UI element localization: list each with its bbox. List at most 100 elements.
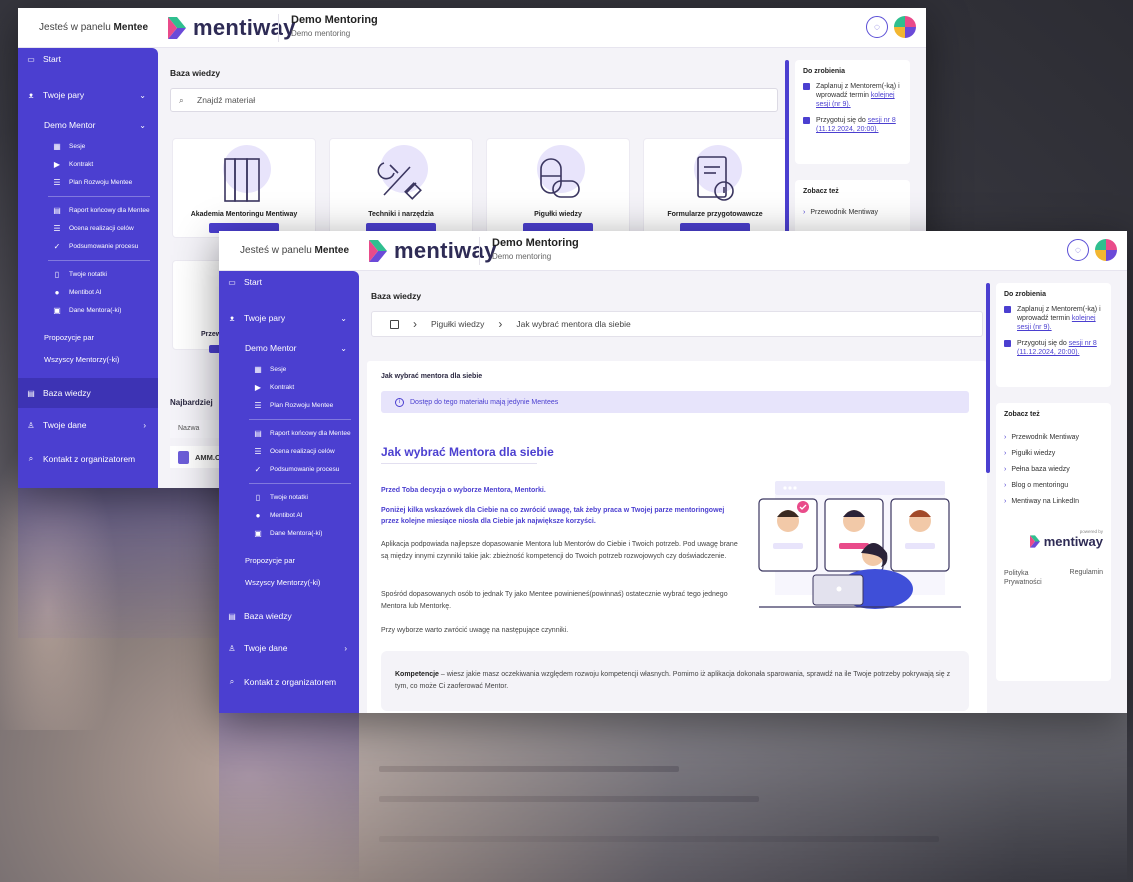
report-icon: ▤ bbox=[254, 428, 262, 438]
sidebar-item-sessions[interactable]: ▦ Sesje bbox=[219, 363, 359, 375]
sidebar-item-knowledge-base[interactable]: ▤ Baza wiedzy bbox=[219, 601, 359, 631]
article-card: Jak wybrać mentora dla siebie i Dostęp do… bbox=[367, 361, 987, 713]
sidebar-item-start[interactable]: ▭ Start bbox=[219, 275, 359, 289]
todo-title: Do zrobienia bbox=[803, 68, 846, 75]
sidebar-item-notes[interactable]: ▯ Twoje notatki bbox=[219, 491, 359, 503]
sidebar-item-knowledge-base[interactable]: ▤ Baza wiedzy bbox=[18, 378, 158, 408]
sidebar-item-goals[interactable]: ☰ Ocena realizacji celów bbox=[18, 222, 158, 234]
user-icon: ♙ bbox=[228, 643, 236, 653]
search-input[interactable]: ⌕ Znajdź materiał bbox=[170, 88, 778, 112]
sidebar-item-demo-mentor[interactable]: Demo Mentor ⌄ bbox=[219, 341, 359, 355]
chevron-down-icon: ⌄ bbox=[139, 90, 146, 100]
chevron-right-icon: › bbox=[803, 209, 806, 216]
see-also-link[interactable]: › Mentiway na LinkedIn bbox=[1004, 498, 1103, 505]
section-title: Baza wiedzy bbox=[170, 68, 221, 78]
mentiway-logo[interactable]: mentiway bbox=[168, 16, 296, 40]
id-card-icon: ▣ bbox=[254, 528, 262, 538]
section-title: Baza wiedzy bbox=[371, 291, 422, 301]
powered-by-logo[interactable]: powered by mentiway bbox=[1029, 529, 1103, 549]
home-icon[interactable] bbox=[390, 319, 399, 329]
mentiway-logo[interactable]: mentiway bbox=[369, 239, 497, 263]
see-also-title: Zobacz też bbox=[1004, 411, 1040, 418]
program-info[interactable]: Demo Mentoring Demo mentoring bbox=[278, 14, 378, 42]
pills-icon bbox=[540, 158, 580, 198]
calendar-icon bbox=[803, 117, 810, 124]
chevron-right-icon: › bbox=[143, 420, 146, 430]
chevron-down-icon: ⌄ bbox=[340, 343, 347, 353]
sidebar-item-contact[interactable]: ⌕ Kontakt z organizatorem bbox=[18, 452, 158, 466]
see-also-link[interactable]: › Przewodnik Mentiway bbox=[1004, 434, 1103, 441]
sidebar-item-notes[interactable]: ▯ Twoje notatki bbox=[18, 268, 158, 280]
see-also-link[interactable]: › Przewodnik Mentiway bbox=[803, 209, 902, 216]
card-title: Akademia Mentoringu Mentiway bbox=[190, 211, 298, 218]
scroll-indicator[interactable] bbox=[986, 283, 990, 473]
terms-link[interactable]: Regulamin bbox=[1070, 569, 1103, 587]
chevron-down-icon: ⌄ bbox=[139, 120, 146, 130]
sidebar-item-contact[interactable]: ⌕ Kontakt z organizatorem bbox=[219, 675, 359, 689]
chat-icon[interactable]: ◌ bbox=[866, 16, 888, 38]
info-icon: i bbox=[395, 397, 404, 407]
mentiway-logo-icon bbox=[168, 17, 186, 39]
sidebar-item-all-mentors[interactable]: Wszyscy Mentorzy(-ki) bbox=[18, 352, 158, 366]
sidebar-item-mentor-data[interactable]: ▣ Dane Mentora(-ki) bbox=[18, 304, 158, 316]
sidebar-item-mentibot[interactable]: ● Mentibot AI bbox=[18, 286, 158, 298]
form-icon bbox=[697, 156, 734, 201]
home-icon: ▭ bbox=[27, 54, 35, 64]
bot-icon: ● bbox=[255, 510, 261, 520]
category-card[interactable]: Akademia Mentoringu Mentiway bbox=[172, 138, 316, 238]
sidebar-item-summary[interactable]: ✓ Podsumowanie procesu bbox=[219, 463, 359, 475]
program-title: Demo Mentoring bbox=[291, 14, 378, 26]
category-card[interactable]: Pigułki wiedzy bbox=[486, 138, 630, 238]
see-also-title: Zobacz też bbox=[803, 188, 839, 195]
people-icon: ᴥ bbox=[229, 313, 235, 323]
see-also-link[interactable]: › Pigułki wiedzy bbox=[1004, 450, 1103, 457]
sidebar-item-mentor-data[interactable]: ▣ Dane Mentora(-ki) bbox=[219, 527, 359, 539]
sidebar-item-goals[interactable]: ☰ Ocena realizacji celów bbox=[219, 445, 359, 457]
todo-item: Zaplanuj z Mentorem(-ką) i wprowadź term… bbox=[1004, 305, 1103, 332]
todo-item: Zaplanuj z Mentorem(-ką) i wprowadź term… bbox=[803, 82, 902, 109]
sidebar-item-contract[interactable]: ▶ Kontrakt bbox=[219, 381, 359, 393]
sidebar-item-development-plan[interactable]: ☰ Plan Rozwoju Mentee bbox=[219, 399, 359, 411]
category-card[interactable]: Techniki i narzędzia bbox=[329, 138, 473, 238]
top-bar: Jesteś w panelu Mentee mentiway Demo Men… bbox=[18, 8, 926, 48]
sidebar-item-your-data[interactable]: ♙ Twoje dane › bbox=[219, 641, 359, 655]
sidebar-item-start[interactable]: ▭ Start bbox=[18, 52, 158, 66]
sidebar-item-final-report[interactable]: ▤ Raport końcowy dla Mentee bbox=[18, 204, 158, 216]
note-icon: ▯ bbox=[54, 269, 60, 279]
organization-avatar[interactable] bbox=[1095, 239, 1117, 261]
category-card[interactable]: Formularze przygotowawcze bbox=[643, 138, 787, 238]
sidebar-item-summary[interactable]: ✓ Podsumowanie procesu bbox=[18, 240, 158, 252]
sidebar-item-mentibot[interactable]: ● Mentibot AI bbox=[219, 509, 359, 521]
report-icon: ▤ bbox=[53, 205, 61, 215]
panel-role-label: Jesteś w panelu Mentee bbox=[39, 22, 148, 33]
books-icon bbox=[224, 158, 260, 202]
privacy-policy-link[interactable]: Polityka Prywatności bbox=[1004, 569, 1054, 587]
sidebar-item-all-mentors[interactable]: Wszyscy Mentorzy(-ki) bbox=[219, 575, 359, 589]
mentor-selection-illustration bbox=[758, 481, 961, 609]
breadcrumb-item[interactable]: Pigułki wiedzy bbox=[431, 319, 484, 329]
calendar-icon: ▦ bbox=[53, 141, 61, 151]
sidebar-item-pairs[interactable]: ᴥ Twoje pary ⌄ bbox=[18, 88, 158, 102]
panel-role-label: Jesteś w panelu Mentee bbox=[240, 245, 349, 256]
chevron-down-icon: ⌄ bbox=[340, 313, 347, 323]
people-icon: ᴥ bbox=[28, 90, 34, 100]
sidebar-item-sessions[interactable]: ▦ Sesje bbox=[18, 140, 158, 152]
sidebar-item-contract[interactable]: ▶ Kontrakt bbox=[18, 158, 158, 170]
book-icon: ▤ bbox=[27, 388, 35, 398]
sidebar-item-development-plan[interactable]: ☰ Plan Rozwoju Mentee bbox=[18, 176, 158, 188]
id-card-icon: ▣ bbox=[53, 305, 61, 315]
program-info[interactable]: Demo Mentoring Demo mentoring bbox=[479, 237, 579, 265]
organization-avatar[interactable] bbox=[894, 16, 916, 38]
sidebar-item-pairs[interactable]: ᴥ Twoje pary ⌄ bbox=[219, 311, 359, 325]
contact-icon: ⌕ bbox=[28, 454, 34, 463]
scroll-indicator[interactable] bbox=[785, 60, 789, 250]
sidebar-item-final-report[interactable]: ▤ Raport końcowy dla Mentee bbox=[219, 427, 359, 439]
sidebar-item-proposals[interactable]: Propozycje par bbox=[18, 330, 158, 344]
chat-icon[interactable]: ◌ bbox=[1067, 239, 1089, 261]
see-also-link[interactable]: › Pełna baza wiedzy bbox=[1004, 466, 1103, 473]
see-also-link[interactable]: › Blog o mentoringu bbox=[1004, 482, 1103, 489]
sidebar-item-demo-mentor[interactable]: Demo Mentor ⌄ bbox=[18, 118, 158, 132]
calendar-icon bbox=[1004, 340, 1011, 347]
sidebar-item-proposals[interactable]: Propozycje par bbox=[219, 553, 359, 567]
sidebar-item-your-data[interactable]: ♙ Twoje dane › bbox=[18, 418, 158, 432]
